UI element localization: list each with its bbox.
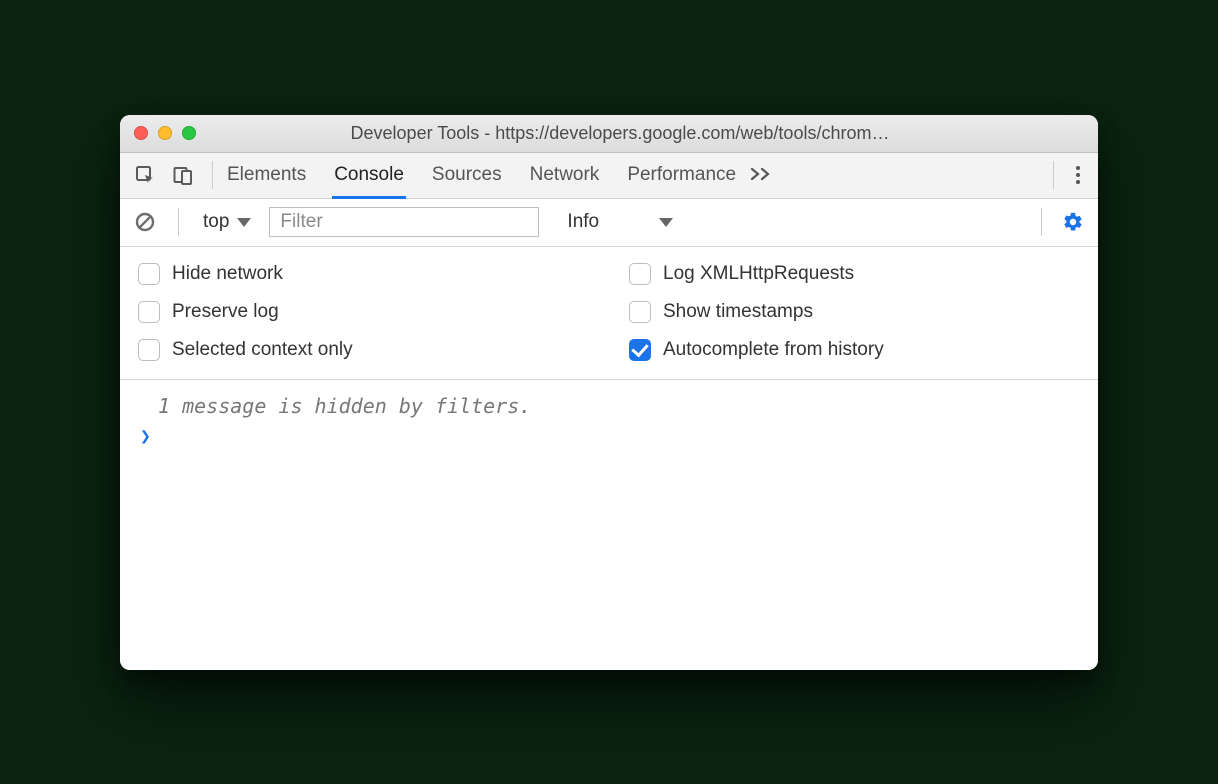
close-window-button[interactable] bbox=[134, 126, 148, 140]
checkbox-show-timestamps[interactable]: Show timestamps bbox=[629, 301, 1080, 323]
checkbox-hide-network[interactable]: Hide network bbox=[138, 263, 589, 285]
titlebar: Developer Tools - https://developers.goo… bbox=[120, 115, 1098, 153]
separator bbox=[1053, 161, 1054, 189]
checkbox-icon bbox=[629, 339, 651, 361]
checkbox-icon bbox=[138, 339, 160, 361]
chevron-down-icon bbox=[237, 218, 251, 227]
log-level-value: Info bbox=[567, 211, 599, 233]
tab-network[interactable]: Network bbox=[530, 153, 600, 198]
separator bbox=[178, 208, 179, 236]
tab-elements[interactable]: Elements bbox=[227, 153, 306, 198]
context-selector[interactable]: top bbox=[197, 209, 257, 235]
checkbox-selected-context[interactable]: Selected context only bbox=[138, 339, 589, 361]
more-tabs-icon[interactable] bbox=[744, 165, 778, 186]
minimize-window-button[interactable] bbox=[158, 126, 172, 140]
checkbox-label: Log XMLHttpRequests bbox=[663, 263, 854, 285]
console-settings-panel: Hide network Log XMLHttpRequests Preserv… bbox=[120, 247, 1098, 380]
log-level-selector[interactable]: Info bbox=[551, 211, 673, 233]
settings-menu-icon[interactable] bbox=[1068, 160, 1088, 190]
checkbox-icon bbox=[138, 301, 160, 323]
console-settings-icon[interactable] bbox=[1058, 207, 1088, 237]
checkbox-log-xhr[interactable]: Log XMLHttpRequests bbox=[629, 263, 1080, 285]
checkbox-label: Autocomplete from history bbox=[663, 339, 884, 361]
console-toolbar: top Info bbox=[120, 199, 1098, 247]
tab-performance[interactable]: Performance bbox=[627, 153, 736, 198]
tab-console[interactable]: Console bbox=[334, 153, 404, 198]
traffic-lights bbox=[134, 126, 196, 140]
checkbox-icon bbox=[629, 263, 651, 285]
checkbox-autocomplete-history[interactable]: Autocomplete from history bbox=[629, 339, 1080, 361]
filter-input[interactable] bbox=[269, 207, 539, 237]
devtools-window: Developer Tools - https://developers.goo… bbox=[120, 115, 1098, 670]
panel-tabs: Elements Console Sources Network Perform… bbox=[227, 153, 736, 198]
checkbox-preserve-log[interactable]: Preserve log bbox=[138, 301, 589, 323]
maximize-window-button[interactable] bbox=[182, 126, 196, 140]
context-value: top bbox=[203, 211, 229, 233]
main-toolbar: Elements Console Sources Network Perform… bbox=[120, 153, 1098, 199]
inspect-element-icon[interactable] bbox=[130, 160, 160, 190]
window-title: Developer Tools - https://developers.goo… bbox=[208, 123, 1084, 144]
checkbox-label: Selected context only bbox=[172, 339, 353, 361]
checkbox-label: Hide network bbox=[172, 263, 283, 285]
checkbox-icon bbox=[629, 301, 651, 323]
hidden-messages-notice: 1 message is hidden by filters. bbox=[132, 388, 1086, 420]
console-prompt[interactable]: ❯ bbox=[132, 420, 1086, 453]
chevron-down-icon bbox=[659, 218, 673, 227]
separator bbox=[212, 161, 213, 189]
separator bbox=[1041, 208, 1042, 236]
checkbox-label: Show timestamps bbox=[663, 301, 813, 323]
device-toolbar-icon[interactable] bbox=[168, 160, 198, 190]
checkbox-icon bbox=[138, 263, 160, 285]
checkbox-label: Preserve log bbox=[172, 301, 279, 323]
tab-sources[interactable]: Sources bbox=[432, 153, 502, 198]
console-output: 1 message is hidden by filters. ❯ bbox=[120, 380, 1098, 670]
clear-console-icon[interactable] bbox=[130, 207, 160, 237]
